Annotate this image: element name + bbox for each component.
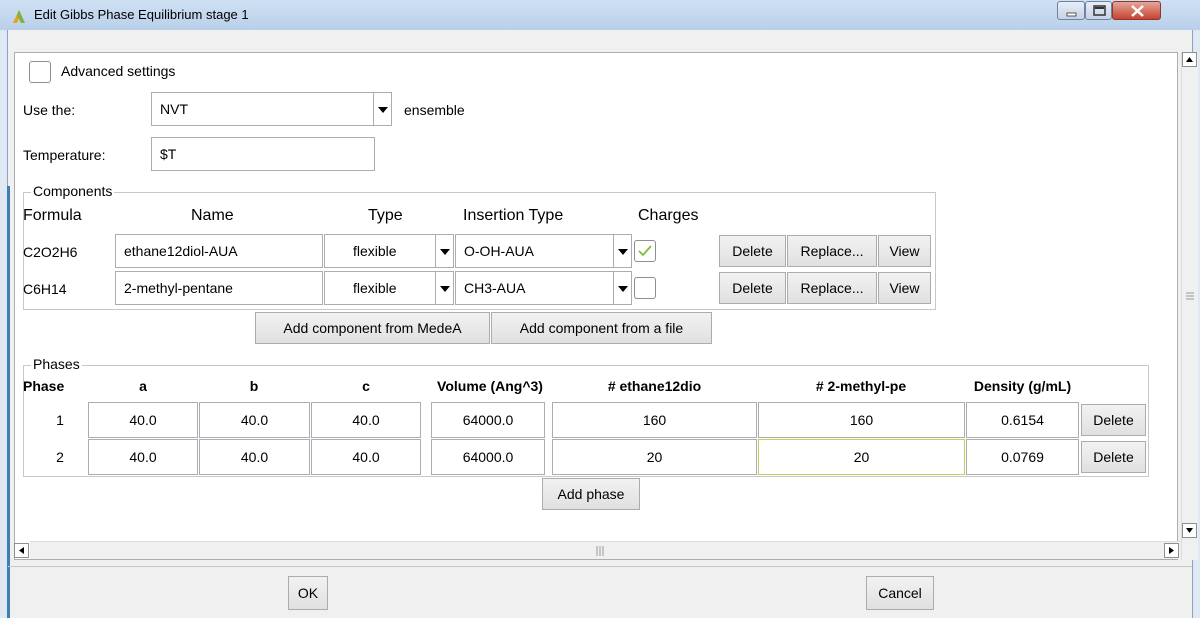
insertion-type-select[interactable]: CH3-AUA [455, 271, 632, 305]
component-delete-button[interactable]: Delete [719, 272, 786, 304]
phase-volume-input[interactable]: 64000.0 [431, 402, 545, 438]
scroll-down-button[interactable] [1182, 523, 1197, 538]
scroll-up-button[interactable] [1182, 52, 1197, 67]
arrow-up-icon [1186, 57, 1193, 62]
close-button[interactable] [1112, 1, 1161, 20]
close-icon [1131, 5, 1144, 17]
checkmark-icon [638, 245, 652, 257]
component-replace-button[interactable]: Replace... [787, 235, 877, 267]
components-header-formula: Formula [23, 207, 82, 224]
ensemble-select-value: NVT [160, 101, 188, 117]
components-header-type: Type [368, 207, 403, 224]
phase-c-input[interactable]: 40.0 [311, 439, 421, 475]
component-view-button[interactable]: View [878, 235, 931, 267]
component-name-input[interactable]: 2-methyl-pentane [115, 271, 323, 305]
chevron-down-icon[interactable] [613, 272, 631, 304]
arrow-down-icon [1186, 528, 1193, 533]
phase-a-input[interactable]: 40.0 [88, 402, 198, 438]
phase-number: 2 [56, 449, 64, 465]
phase-c-input[interactable]: 40.0 [311, 402, 421, 438]
phase-number: 1 [56, 412, 64, 428]
phase-count-1-input[interactable]: 20 [552, 439, 757, 475]
advanced-settings-label: Advanced settings [61, 63, 176, 79]
insertion-type-value: CH3-AUA [464, 280, 526, 296]
scroll-right-button[interactable] [1164, 543, 1179, 558]
phases-header-a: a [139, 378, 147, 394]
component-formula: C2O2H6 [23, 244, 78, 260]
phase-b-input[interactable]: 40.0 [199, 402, 310, 438]
phase-b-input[interactable]: 40.0 [199, 439, 310, 475]
scroll-grip-icon [1186, 292, 1194, 300]
component-replace-button[interactable]: Replace... [787, 272, 877, 304]
component-name-input[interactable]: ethane12diol-AUA [115, 234, 323, 268]
component-type-select[interactable]: flexible [324, 271, 454, 305]
phases-group-title: Phases [31, 356, 82, 372]
phase-delete-button[interactable]: Delete [1081, 404, 1146, 436]
medea-logo-icon [13, 10, 25, 23]
phases-header-count-2: # 2-methyl-pe [815, 378, 907, 394]
component-formula: C6H14 [23, 281, 67, 297]
ensemble-suffix-label: ensemble [404, 102, 465, 118]
maximize-button[interactable] [1085, 1, 1112, 20]
components-header-name: Name [191, 207, 234, 224]
dialog-window: Edit Gibbs Phase Equilibrium stage 1 Adv… [0, 0, 1200, 618]
component-type-select[interactable]: flexible [324, 234, 454, 268]
phase-volume-input[interactable]: 64000.0 [431, 439, 545, 475]
temperature-label: Temperature: [23, 147, 106, 163]
maximize-icon [1093, 5, 1106, 16]
horizontal-scrollbar[interactable] [14, 541, 1181, 559]
minimize-button[interactable] [1057, 1, 1085, 20]
chevron-down-icon[interactable] [435, 272, 453, 304]
arrow-left-icon [19, 547, 24, 554]
component-view-button[interactable]: View [878, 272, 931, 304]
footer-divider [8, 566, 1192, 567]
add-component-file-button[interactable]: Add component from a file [491, 312, 712, 344]
temperature-input[interactable]: $T [151, 137, 375, 171]
components-header-insertion-type: Insertion Type [463, 207, 564, 224]
phase-density-value: 0.6154 [966, 402, 1079, 438]
phases-header-density: Density (g/mL) [973, 378, 1072, 394]
phases-header-c: c [362, 378, 370, 394]
component-delete-button[interactable]: Delete [719, 235, 786, 267]
chevron-down-icon[interactable] [373, 93, 391, 125]
phases-header-volume: Volume (Ang^3) [437, 378, 543, 394]
minimize-icon [1066, 12, 1077, 17]
components-group-title: Components [31, 183, 115, 199]
arrow-right-icon [1169, 547, 1174, 554]
phase-count-2-input[interactable]: 20 [758, 439, 965, 475]
phase-delete-button[interactable]: Delete [1081, 441, 1146, 473]
component-type-value: flexible [353, 280, 397, 296]
window-edge-accent [7, 186, 10, 618]
chevron-down-icon[interactable] [613, 235, 631, 267]
phases-header-b: b [249, 378, 259, 394]
title-bar: Edit Gibbs Phase Equilibrium stage 1 [0, 0, 1200, 30]
phase-count-1-input[interactable]: 160 [552, 402, 757, 438]
chevron-down-icon[interactable] [435, 235, 453, 267]
phases-header-phase: Phase [23, 378, 65, 394]
use-the-label: Use the: [23, 102, 76, 118]
charges-checkbox[interactable] [634, 277, 656, 299]
phase-density-value: 0.0769 [966, 439, 1079, 475]
phase-count-2-input[interactable]: 160 [758, 402, 965, 438]
add-phase-button[interactable]: Add phase [542, 478, 640, 510]
components-header-charges: Charges [638, 207, 699, 224]
scroll-left-button[interactable] [14, 543, 29, 558]
vertical-scrollbar[interactable] [1181, 52, 1198, 560]
ensemble-select[interactable]: NVT [151, 92, 392, 126]
scroll-area: Advanced settings Use the: NVT ensemble … [14, 52, 1178, 560]
window-title: Edit Gibbs Phase Equilibrium stage 1 [34, 7, 249, 22]
add-component-medea-button[interactable]: Add component from MedeA [255, 312, 490, 344]
phases-header-count-1: # ethane12dio [607, 378, 702, 394]
charges-checkbox[interactable] [634, 240, 656, 262]
ok-button[interactable]: OK [288, 576, 328, 610]
insertion-type-value: O-OH-AUA [464, 243, 534, 259]
component-type-value: flexible [353, 243, 397, 259]
cancel-button[interactable]: Cancel [866, 576, 934, 610]
insertion-type-select[interactable]: O-OH-AUA [455, 234, 632, 268]
phase-a-input[interactable]: 40.0 [88, 439, 198, 475]
scroll-grip-icon [596, 546, 604, 556]
advanced-settings-checkbox[interactable] [29, 61, 51, 83]
